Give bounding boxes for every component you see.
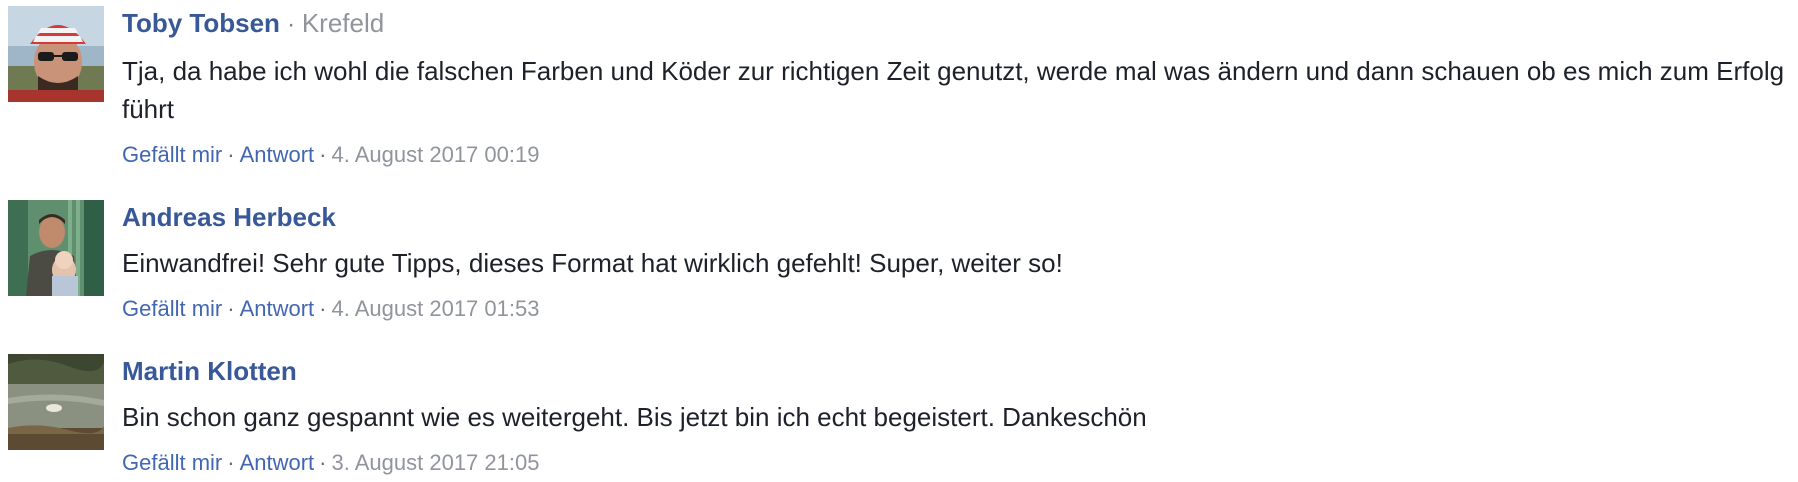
comment-header: Toby Tobsen · Krefeld [122, 6, 1788, 42]
comment-header: Andreas Herbeck [122, 200, 1788, 234]
avatar[interactable] [8, 200, 104, 296]
comment-actions: Gefällt mir · Antwort · 3. August 2017 21:05 [122, 448, 1788, 478]
action-separator: · [227, 142, 235, 167]
author-name[interactable]: Andreas Herbeck [122, 202, 336, 232]
author-name[interactable]: Toby Tobsen [122, 8, 280, 38]
reply-button[interactable]: Antwort [240, 450, 315, 475]
comment-timestamp[interactable]: 3. August 2017 21:05 [332, 450, 540, 475]
action-separator: · [227, 296, 235, 321]
comment-body: Toby Tobsen · Krefeld Tja, da habe ich w… [122, 0, 1788, 170]
comment-text: Bin schon ganz gespannt wie es weitergeh… [122, 402, 1147, 432]
author-name[interactable]: Martin Klotten [122, 356, 297, 386]
like-button[interactable]: Gefällt mir [122, 296, 222, 321]
action-separator: · [319, 450, 327, 475]
action-separator: · [319, 296, 327, 321]
profile-photo-icon [8, 6, 104, 102]
comment-actions: Gefällt mir · Antwort · 4. August 2017 01:53 [122, 294, 1788, 324]
comment-text: Einwandfrei! Sehr gute Tipps, dieses For… [122, 248, 1063, 278]
author-location: Krefeld [301, 8, 385, 38]
reply-button[interactable]: Antwort [240, 142, 315, 167]
like-button[interactable]: Gefällt mir [122, 450, 222, 475]
reply-button[interactable]: Antwort [240, 296, 315, 321]
comment-timestamp[interactable]: 4. August 2017 01:53 [332, 296, 540, 321]
comment-body: Andreas Herbeck Einwandfrei! Sehr gute T… [122, 194, 1788, 324]
comment-text: Tja, da habe ich wohl die falschen Farbe… [122, 56, 1785, 124]
profile-photo-icon [8, 200, 104, 296]
comment-timestamp[interactable]: 4. August 2017 00:19 [332, 142, 540, 167]
comment-list: Toby Tobsen · Krefeld Tja, da habe ich w… [0, 0, 1798, 482]
action-separator: · [227, 450, 235, 475]
action-separator: · [319, 142, 327, 167]
comment-actions: Gefällt mir · Antwort · 4. August 2017 00:19 [122, 140, 1788, 170]
like-button[interactable]: Gefällt mir [122, 142, 222, 167]
avatar[interactable] [8, 354, 104, 450]
comment-body: Martin Klotten Bin schon ganz gespannt w… [122, 348, 1788, 478]
header-separator: · [287, 11, 302, 38]
profile-photo-icon [8, 354, 104, 450]
avatar[interactable] [8, 6, 104, 102]
comment-header: Martin Klotten [122, 354, 1788, 388]
